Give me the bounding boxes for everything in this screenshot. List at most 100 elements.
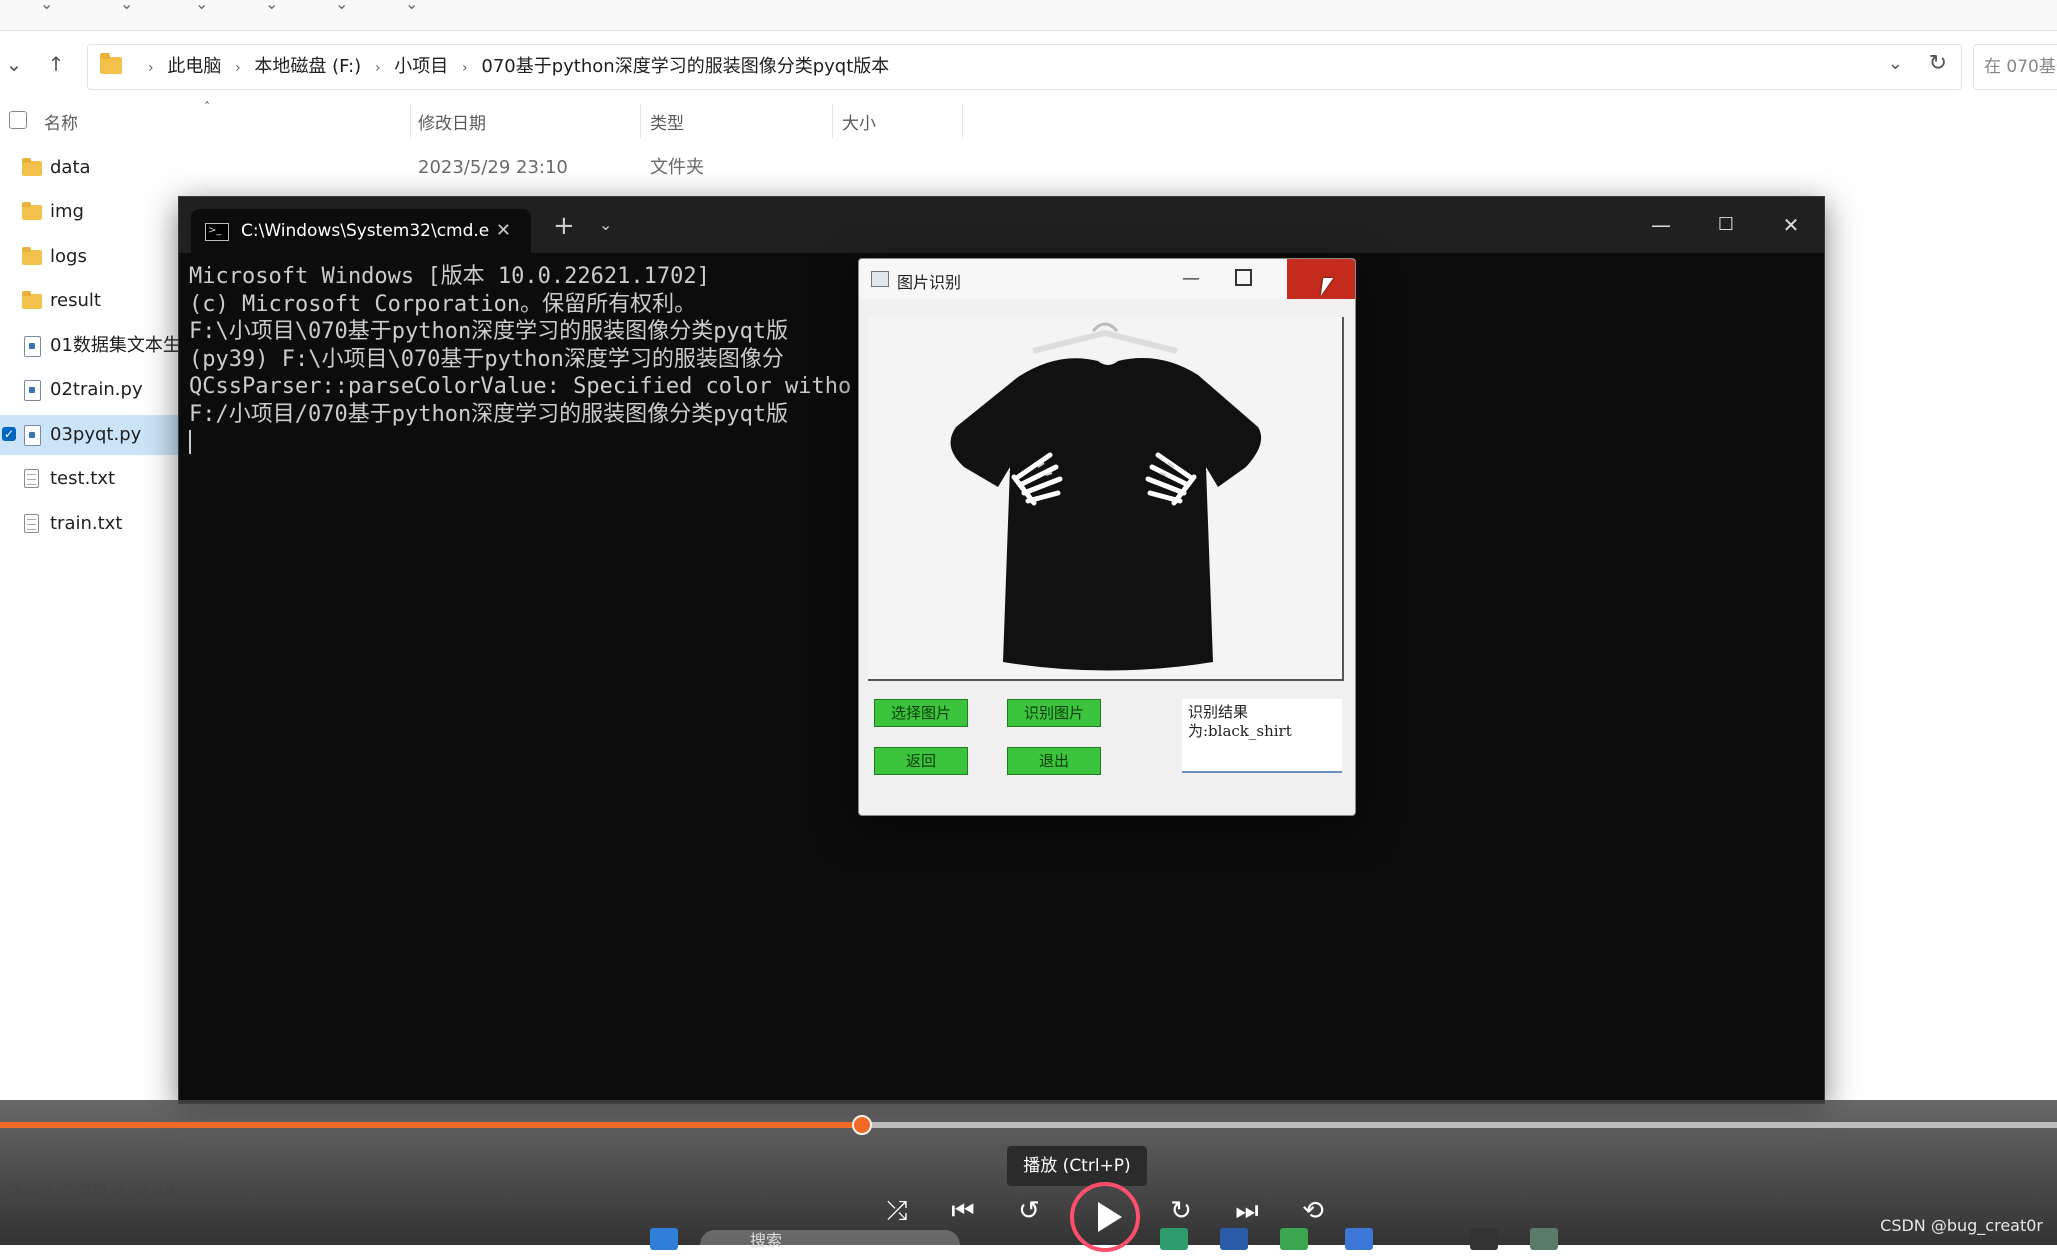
- chevron-down-icon[interactable]: ⌄: [0, 50, 28, 78]
- tshirt-image: [950, 322, 1262, 671]
- new-tab-icon[interactable]: +: [553, 211, 575, 241]
- taskbar: 搜索: [0, 1222, 2057, 1260]
- image-display: [868, 317, 1344, 681]
- column-header: 名称 ˄ 修改日期 类型 大小: [0, 100, 2057, 138]
- terminal-titlebar[interactable]: >_ C:\Windows\System32\cmd.e ✕ + ⌄ — ☐ ✕: [179, 197, 1824, 253]
- folder-icon: [22, 158, 42, 176]
- address-row: ⌄ ↑ › 此电脑 › 本地磁盘 (F:) › 小项目 › 070基于pytho…: [0, 40, 2057, 90]
- ribbon-icon[interactable]: ⌄: [195, 0, 217, 12]
- ribbon-icon[interactable]: ⌄: [265, 0, 287, 12]
- image-recognition-dialog[interactable]: 图片识别 — 选择图片 识别图片 返回 退出 识别结果 为:black_shir…: [858, 258, 1356, 816]
- play-tooltip: 播放 (Ctrl+P): [1007, 1146, 1147, 1186]
- python-file-icon: [24, 425, 41, 446]
- list-item[interactable]: logs: [0, 237, 180, 277]
- folder-icon: [22, 291, 42, 309]
- app-icon[interactable]: [1280, 1228, 1308, 1250]
- close-tab-icon[interactable]: ✕: [496, 209, 511, 253]
- app-icon[interactable]: [1160, 1228, 1188, 1250]
- chevron-right-icon: ›: [374, 60, 381, 76]
- chevron-right-icon: ›: [462, 60, 468, 76]
- breadcrumb: › 此电脑 › 本地磁盘 (F:) › 小项目 › 070基于python深度学…: [148, 45, 897, 89]
- progress-played: [0, 1122, 862, 1128]
- progress-bar[interactable]: [0, 1115, 2057, 1135]
- refresh-icon[interactable]: ↻: [1929, 51, 1947, 76]
- file-name: 01数据集文本生成: [50, 335, 199, 356]
- python-file-icon: [24, 336, 41, 357]
- list-item[interactable]: train.txt: [0, 504, 180, 544]
- list-item[interactable]: result: [0, 281, 180, 321]
- breadcrumb-item[interactable]: 本地磁盘 (F:): [254, 56, 361, 77]
- text-cursor: [189, 430, 191, 454]
- column-type[interactable]: 类型: [650, 109, 684, 134]
- column-divider[interactable]: [962, 104, 963, 138]
- list-item[interactable]: 01数据集文本生成: [0, 326, 199, 366]
- file-name: data: [50, 157, 91, 178]
- app-icon[interactable]: [1345, 1228, 1373, 1250]
- text-file-icon: [24, 514, 39, 533]
- maximize-icon[interactable]: ☐: [1706, 209, 1746, 241]
- address-dropdown-icon[interactable]: ⌄: [1888, 53, 1903, 74]
- column-divider[interactable]: [832, 104, 833, 138]
- minimize-icon[interactable]: —: [1171, 263, 1211, 295]
- file-name: test.txt: [50, 468, 116, 489]
- ribbon-icon[interactable]: ⌄: [40, 0, 62, 12]
- column-divider[interactable]: [640, 104, 641, 138]
- folder-icon: [22, 247, 42, 265]
- terminal-icon: >_: [205, 223, 229, 241]
- modified-date: 2023/5/29 23:10: [418, 157, 568, 178]
- search-input[interactable]: 在 070基于: [1973, 44, 2057, 90]
- result-textbox[interactable]: 识别结果 为:black_shirt: [1182, 699, 1342, 773]
- progress-handle[interactable]: [851, 1115, 872, 1135]
- text-file-icon: [24, 469, 39, 488]
- ribbon-icon[interactable]: ⌄: [405, 0, 427, 12]
- minimize-icon[interactable]: —: [1641, 209, 1681, 241]
- windows-start-icon[interactable]: [650, 1228, 678, 1250]
- ribbon-icon[interactable]: ⌄: [120, 0, 142, 12]
- app-icon: [871, 271, 889, 287]
- recognize-image-button[interactable]: 识别图片: [1007, 699, 1101, 727]
- chevron-right-icon: ›: [235, 60, 241, 76]
- explorer-ribbon: ⌄ ⌄ ⌄ ⌄ ⌄ ⌄: [0, 0, 2057, 31]
- dialog-title: 图片识别: [897, 273, 962, 292]
- list-item[interactable]: img: [0, 192, 180, 232]
- breadcrumb-item[interactable]: 小项目: [394, 56, 448, 77]
- list-item[interactable]: data: [0, 148, 180, 188]
- terminal-tab[interactable]: >_ C:\Windows\System32\cmd.e ✕: [191, 209, 531, 253]
- app-icon[interactable]: [1220, 1228, 1248, 1250]
- list-item-selected[interactable]: ✓ 03pyqt.py: [0, 415, 180, 455]
- up-arrow-icon[interactable]: ↑: [42, 50, 70, 78]
- select-image-button[interactable]: 选择图片: [874, 699, 968, 727]
- breadcrumb-item[interactable]: 此电脑: [167, 56, 221, 77]
- back-button[interactable]: 返回: [874, 747, 968, 775]
- row-checkbox[interactable]: ✓: [2, 427, 16, 441]
- status-text: 选中 1 个项目 8.66 KB: [8, 1182, 176, 1201]
- chevron-right-icon: ›: [148, 60, 154, 76]
- python-file-icon: [24, 380, 41, 401]
- close-icon[interactable]: ✕: [1771, 209, 1811, 241]
- column-size[interactable]: 大小: [842, 109, 876, 134]
- select-all-checkbox[interactable]: [9, 111, 27, 129]
- tab-title: C:\Windows\System32\cmd.e: [241, 221, 490, 241]
- file-name: result: [50, 290, 101, 311]
- terminal-icon[interactable]: [1470, 1228, 1498, 1250]
- column-name[interactable]: 名称: [44, 109, 78, 134]
- file-name: train.txt: [50, 513, 123, 534]
- chevron-down-icon[interactable]: ⌄: [599, 215, 612, 234]
- folder-icon: [100, 53, 122, 74]
- file-type: 文件夹: [650, 157, 704, 178]
- file-name: 02train.py: [50, 379, 143, 400]
- list-item[interactable]: 02train.py: [0, 370, 180, 410]
- column-modified[interactable]: 修改日期: [418, 109, 486, 134]
- mouse-cursor-icon: [1320, 278, 1340, 296]
- list-item[interactable]: test.txt: [0, 459, 180, 499]
- ribbon-icon[interactable]: ⌄: [335, 0, 357, 12]
- exit-button[interactable]: 退出: [1007, 747, 1101, 775]
- taskbar-search[interactable]: 搜索: [700, 1230, 960, 1260]
- dialog-titlebar[interactable]: 图片识别 —: [859, 259, 1355, 299]
- column-divider[interactable]: [410, 104, 411, 138]
- app-icon[interactable]: [1530, 1228, 1558, 1250]
- maximize-icon[interactable]: [1235, 269, 1252, 286]
- breadcrumb-item[interactable]: 070基于python深度学习的服装图像分类pyqt版本: [481, 56, 889, 77]
- address-bar[interactable]: › 此电脑 › 本地磁盘 (F:) › 小项目 › 070基于python深度学…: [87, 44, 1962, 90]
- file-name: logs: [50, 246, 87, 267]
